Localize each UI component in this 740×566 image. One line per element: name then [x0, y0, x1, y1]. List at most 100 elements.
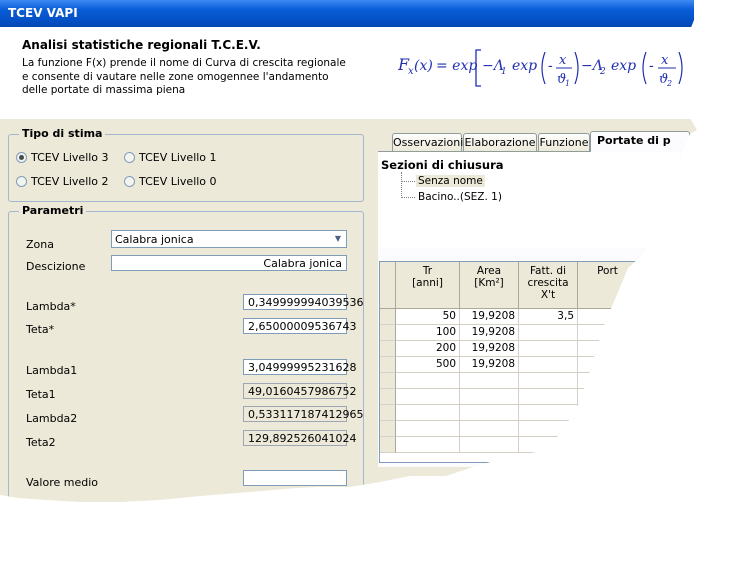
tree-item-senza-nome[interactable]: Senza nome	[416, 175, 485, 187]
radio-tcev-livello-3[interactable]: TCEV Livello 3	[16, 151, 109, 164]
table-cell[interactable]	[519, 325, 578, 341]
formula-theta2-sub: 2	[666, 79, 672, 88]
radio-indicator	[16, 176, 27, 187]
table-cell[interactable]: 50	[396, 309, 460, 325]
table-cell[interactable]	[578, 341, 638, 357]
lambda2-field: 0,533117187412965	[243, 406, 363, 422]
row-header[interactable]	[380, 357, 396, 373]
table-cell[interactable]	[578, 405, 638, 421]
row-header[interactable]	[380, 309, 396, 325]
radio-indicator-selected	[16, 152, 27, 163]
row-header[interactable]	[380, 325, 396, 341]
tab-osservazioni[interactable]: Osservazioni	[392, 133, 463, 151]
zona-dropdown[interactable]: Calabra jonica ▼	[111, 230, 347, 248]
table-cell[interactable]: 19,9208	[460, 325, 519, 341]
tipo-stima-group: Tipo di stima	[8, 127, 364, 202]
radio-indicator	[124, 176, 135, 187]
radio-tcev-livello-0[interactable]: TCEV Livello 0	[124, 175, 217, 188]
table-cell[interactable]	[578, 373, 638, 389]
radio-indicator	[124, 152, 135, 163]
tree-connector	[401, 172, 402, 198]
parametri-legend: Parametri	[19, 204, 87, 217]
radio-tcev-livello-1[interactable]: TCEV Livello 1	[124, 151, 217, 164]
header-title: Analisi statistiche regionali T.C.E.V.	[22, 38, 261, 52]
column-header-portata[interactable]: Port	[578, 262, 638, 309]
lambda1-field[interactable]: 3,04999995231628	[243, 359, 356, 375]
table-cell[interactable]	[460, 389, 519, 405]
tree-item-bacino[interactable]: Bacino..(SEZ. 1)	[418, 191, 502, 203]
row-header[interactable]	[380, 341, 396, 357]
formula-lambda2-sub: 2	[599, 67, 606, 77]
table-cell[interactable]	[396, 437, 460, 453]
teta1-field: 49,0160457986752	[243, 383, 356, 399]
table-cell[interactable]: 19,9208	[460, 357, 519, 373]
column-header-area[interactable]: Area [Km²]	[460, 262, 519, 309]
lambda-star-field[interactable]: 0,349999994039536	[243, 294, 363, 310]
table-cell[interactable]	[460, 373, 519, 389]
tree-connector	[401, 197, 415, 198]
table-cell[interactable]: 3,5	[519, 309, 578, 325]
table-cell[interactable]	[396, 389, 460, 405]
column-header-tr[interactable]: Tr [anni]	[396, 262, 460, 309]
descrizione-field[interactable]: Calabra jonica	[111, 255, 347, 271]
table-cell[interactable]	[460, 405, 519, 421]
teta2-label: Teta2	[26, 436, 56, 449]
table-cell[interactable]	[519, 373, 578, 389]
tab-elaborazione[interactable]: Elaborazione	[463, 133, 537, 151]
table-cell[interactable]	[578, 325, 638, 341]
teta-star-field[interactable]: 2,65000009536743	[243, 318, 356, 334]
column-header-fatt-crescita[interactable]: Fatt. di crescita X't	[519, 262, 578, 309]
radio-label: TCEV Livello 1	[139, 151, 217, 164]
window-title: TCEV VAPI	[8, 6, 78, 20]
row-header[interactable]	[380, 437, 396, 453]
formula-lhs-arg: (x)	[414, 58, 433, 74]
table-cell[interactable]	[460, 421, 519, 437]
table-cell[interactable]	[396, 405, 460, 421]
app-window: TCEV VAPI Analisi statistiche regionali …	[0, 0, 697, 502]
header-description: La funzione F(x) prende il nome di Curva…	[22, 57, 346, 96]
chevron-down-icon[interactable]: ▼	[331, 232, 345, 246]
formula-image: F x (x) = exp −Λ 1 exp - x ϑ 1 −Λ 2 exp …	[398, 49, 683, 88]
table-cell[interactable]	[519, 421, 578, 437]
table-cell[interactable]	[578, 437, 638, 453]
formula-lambda1-sub: 1	[501, 67, 507, 77]
table-cell[interactable]: 500	[396, 357, 460, 373]
table-cell[interactable]	[578, 421, 638, 437]
formula-exp1: exp	[512, 58, 537, 74]
table-cell[interactable]	[396, 373, 460, 389]
table-cell[interactable]	[519, 341, 578, 357]
table-cell[interactable]	[519, 389, 578, 405]
table-cell[interactable]	[578, 357, 638, 373]
table-cell[interactable]	[578, 309, 638, 325]
tab-funzione[interactable]: Funzione	[538, 133, 590, 151]
table-cell[interactable]	[578, 389, 638, 405]
teta-star-label: Teta*	[26, 323, 55, 336]
lambda1-label: Lambda1	[26, 364, 78, 377]
table-cell[interactable]: 19,9208	[460, 341, 519, 357]
radio-label: TCEV Livello 3	[31, 151, 109, 164]
radio-tcev-livello-2[interactable]: TCEV Livello 2	[16, 175, 109, 188]
formula-eq: = exp	[436, 58, 477, 74]
title-bar[interactable]: TCEV VAPI	[0, 0, 697, 27]
lambda-star-label: Lambda*	[26, 300, 76, 313]
sezioni-title: Sezioni di chiusura	[381, 158, 504, 172]
table-cell[interactable]: 19,9208	[460, 309, 519, 325]
tree-connector	[401, 181, 415, 182]
table-cell[interactable]	[460, 437, 519, 453]
table-cell[interactable]	[519, 437, 578, 453]
table-cell[interactable]: 100	[396, 325, 460, 341]
table-cell[interactable]	[519, 405, 578, 421]
tab-portate[interactable]: Portate di p	[590, 131, 690, 152]
valore-medio-field[interactable]	[243, 470, 347, 486]
row-header[interactable]	[380, 389, 396, 405]
table-cell[interactable]	[519, 357, 578, 373]
row-header[interactable]	[380, 373, 396, 389]
table-cell[interactable]	[396, 421, 460, 437]
formula-x2: x	[661, 53, 669, 68]
row-header[interactable]	[380, 421, 396, 437]
table-cell[interactable]: 200	[396, 341, 460, 357]
valore-medio-label: Valore medio	[26, 476, 98, 489]
zona-label: Zona	[26, 238, 54, 251]
row-header[interactable]	[380, 405, 396, 421]
zona-value: Calabra jonica	[115, 233, 194, 246]
